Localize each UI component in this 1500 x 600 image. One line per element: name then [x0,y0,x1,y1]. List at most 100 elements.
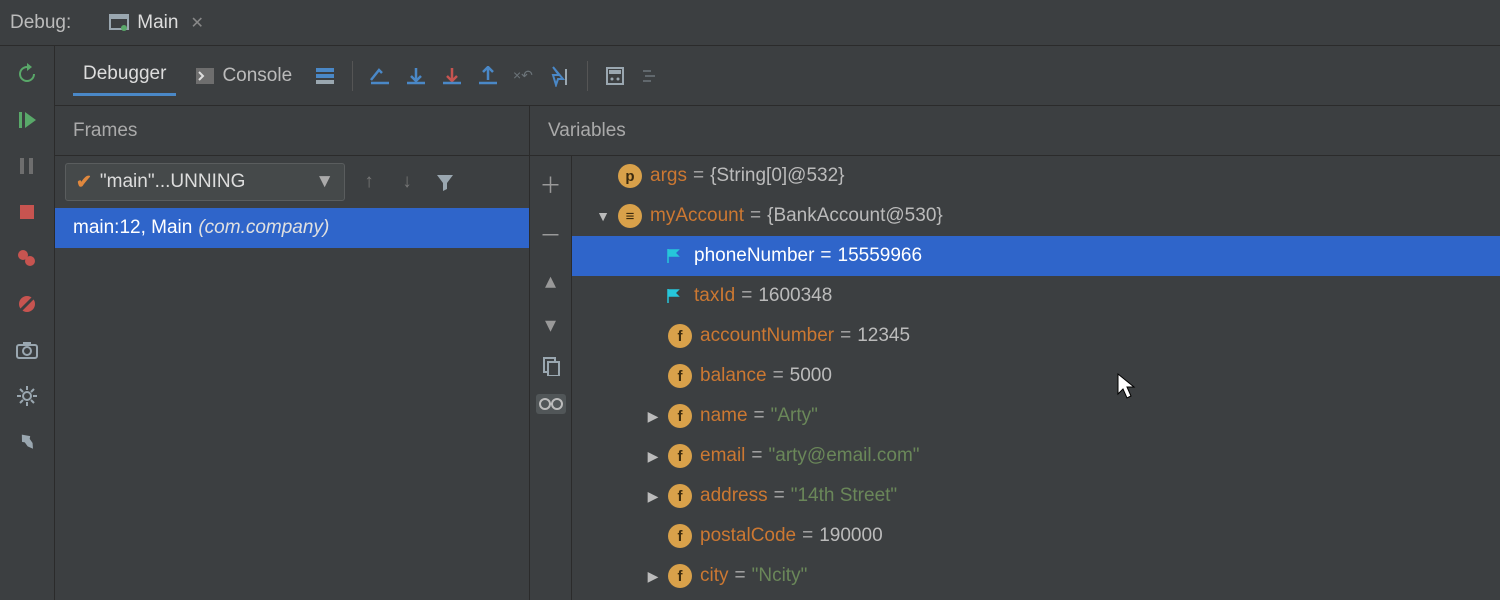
variables-tree[interactable]: pargs = {String[0]@532}▼≡myAccount = {Ba… [572,156,1500,600]
add-watch-icon[interactable]: ＋ [539,168,561,200]
var-name: myAccount [650,205,744,227]
type-badge: f [668,364,692,388]
variable-row[interactable]: fpostalCode = 190000 [572,516,1500,556]
var-name: address [700,485,768,507]
type-badge: f [668,324,692,348]
variables-toolbar: ＋ － ▴ ▾ [530,156,572,600]
thread-selector[interactable]: ✔ "main"...UNNING ▼ [65,163,345,201]
camera-icon[interactable] [15,338,39,362]
debug-label: Debug: [10,12,71,34]
variable-row[interactable]: ▼≡myAccount = {BankAccount@530} [572,196,1500,236]
equals: = [820,245,831,267]
variable-row[interactable]: pargs = {String[0]@532} [572,156,1500,196]
settings-icon[interactable] [15,384,39,408]
var-name: postalCode [700,525,796,547]
frame-package: (com.company) [198,217,329,239]
type-badge: p [618,164,642,188]
step-over-icon[interactable] [403,63,429,89]
equals: = [773,365,784,387]
var-value: 12345 [857,325,910,347]
variable-row[interactable]: ▶fcity = "Ncity" [572,556,1500,596]
var-value: 15559966 [838,245,923,267]
var-name: accountNumber [700,325,834,347]
var-value: 1600348 [758,285,832,307]
frames-title: Frames [55,106,529,156]
var-name: phoneNumber [694,245,814,267]
drop-frame-icon[interactable]: ×↶ [511,63,537,89]
step-into-icon[interactable] [439,63,465,89]
filter-icon[interactable] [431,173,459,191]
expand-arrow-icon[interactable]: ▼ [592,208,614,224]
step-out-icon[interactable] [475,63,501,89]
var-name: email [700,445,745,467]
expand-arrow-icon[interactable]: ▶ [642,448,664,465]
equals: = [774,485,785,507]
type-badge: f [668,444,692,468]
var-name: city [700,565,729,587]
var-value: {BankAccount@530} [767,205,943,227]
pin-flag-icon [664,248,684,264]
variable-row[interactable]: taxId = 1600348 [572,276,1500,316]
var-value: 190000 [819,525,882,547]
pin-icon[interactable] [15,430,39,454]
type-badge: f [668,484,692,508]
check-icon: ✔ [76,171,92,194]
variable-row[interactable]: ▶fname = "Arty" [572,396,1500,436]
var-name: taxId [694,285,735,307]
expand-arrow-icon[interactable]: ▶ [642,568,664,585]
equals: = [741,285,752,307]
equals: = [840,325,851,347]
mute-breakpoints-icon[interactable] [15,292,39,316]
view-breakpoints-icon[interactable] [15,246,39,270]
var-value: "arty@email.com" [769,445,920,467]
variable-row[interactable]: f accountNumber = 12345 [572,316,1500,356]
threads-icon[interactable] [312,63,338,89]
pin-flag-icon [664,288,684,304]
var-name: name [700,405,748,427]
left-toolbar [0,46,55,600]
close-tab-icon[interactable]: ✕ [190,13,203,33]
frame-prev-icon[interactable]: ↑ [355,171,383,193]
stop-icon[interactable] [15,200,39,224]
variable-row[interactable]: ▶femail = "arty@email.com" [572,436,1500,476]
layout-icon [109,14,129,32]
type-badge: f [668,404,692,428]
frame-next-icon[interactable]: ↓ [393,171,421,193]
move-down-icon[interactable]: ▾ [545,312,556,338]
debug-titlebar: Debug: Main ✕ [0,0,1500,46]
equals: = [693,165,704,187]
remove-watch-icon[interactable]: － [539,218,561,250]
var-value: "Ncity" [752,565,808,587]
equals: = [754,405,765,427]
thread-name: "main"...UNNING [100,171,307,193]
run-to-cursor-icon[interactable] [547,63,573,89]
type-badge: f [668,564,692,588]
resume-icon[interactable] [15,108,39,132]
svg-text:×↶: ×↶ [513,67,533,83]
variable-row[interactable]: phoneNumber = 15559966 [572,236,1500,276]
copy-icon[interactable] [542,356,560,376]
pause-icon[interactable] [15,154,39,178]
variable-row[interactable]: fbalance = 5000 [572,356,1500,396]
console-tab[interactable]: Console [186,65,302,95]
move-up-icon[interactable]: ▴ [545,268,556,294]
equals: = [735,565,746,587]
evaluate-icon[interactable] [602,63,628,89]
variables-title: Variables [530,106,1500,156]
trace-icon[interactable] [638,63,664,89]
debugger-tab[interactable]: Debugger [73,63,176,96]
run-config-name: Main [137,12,178,34]
rerun-icon[interactable] [15,62,39,86]
variable-row[interactable]: ▶faddress = "14th Street" [572,476,1500,516]
expand-arrow-icon[interactable]: ▶ [642,488,664,505]
frames-panel: Frames ✔ "main"...UNNING ▼ ↑ ↓ main:12, … [55,106,530,600]
show-execution-icon[interactable] [367,63,393,89]
stack-frame[interactable]: main:12, Main (com.company) [55,208,529,248]
frame-location: main:12, Main [73,217,192,239]
equals: = [750,205,761,227]
expand-arrow-icon[interactable]: ▶ [642,408,664,425]
type-badge: f [668,524,692,548]
show-watches-icon[interactable] [536,394,566,414]
run-config-tab[interactable]: Main ✕ [99,0,214,45]
chevron-down-icon: ▼ [315,171,334,193]
